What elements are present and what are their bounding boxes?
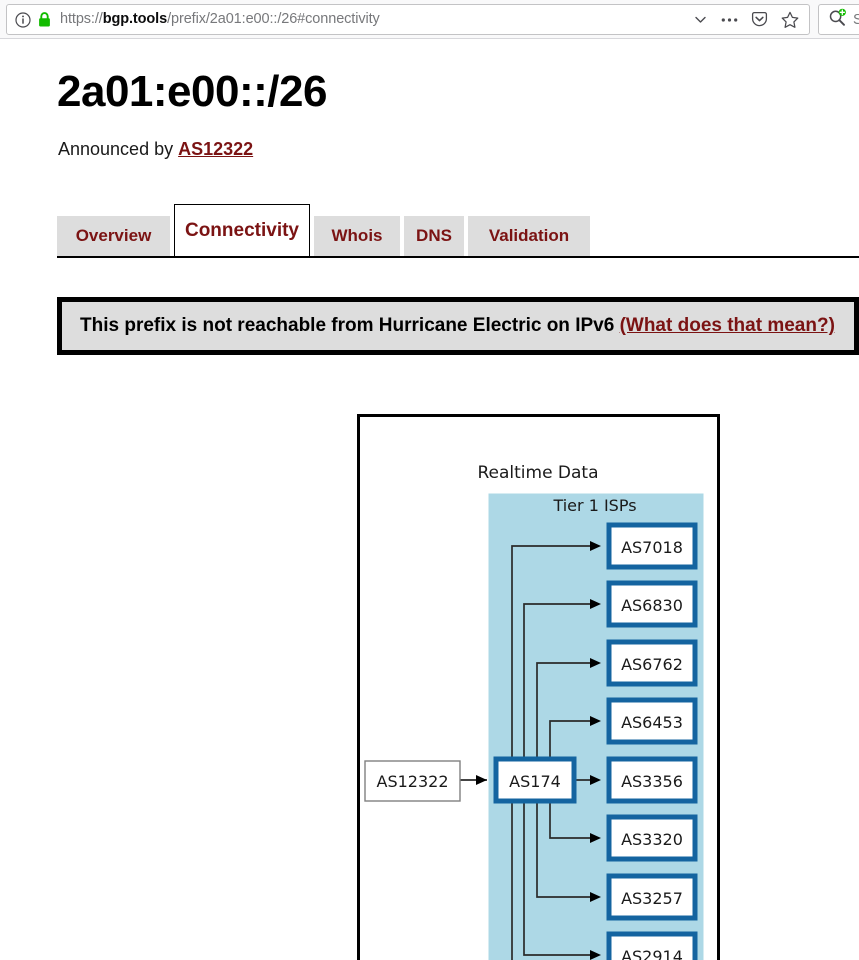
announced-by-label: Announced by [58, 139, 179, 159]
info-circle-icon[interactable] [15, 11, 31, 28]
url-scheme: https:// [60, 12, 103, 27]
node-as6830-label: AS6830 [621, 596, 683, 615]
node-as6762[interactable]: AS6762 [606, 639, 698, 687]
node-as3356-label: AS3356 [621, 772, 683, 791]
connectivity-graph: Realtime Data Tier 1 ISPs AS12322 AS174 … [357, 414, 720, 960]
page-title: 2a01:e00::/26 [57, 67, 327, 116]
url-bar[interactable]: https://bgp.tools/prefix/2a01:e00::/26#c… [6, 4, 810, 35]
node-as6453[interactable]: AS6453 [606, 697, 698, 745]
padlock-icon[interactable] [38, 12, 51, 27]
node-as7018[interactable]: AS7018 [606, 522, 698, 570]
node-as3257[interactable]: AS3257 [606, 873, 698, 921]
tab-bar: Overview Connectivity Whois DNS Validati… [57, 204, 859, 271]
tab-overview[interactable]: Overview [57, 216, 170, 256]
connectivity-graph-svg: Realtime Data Tier 1 ISPs AS12322 AS174 … [357, 414, 720, 960]
node-as2914[interactable]: AS2914 [606, 931, 698, 960]
tab-bar-underline [57, 256, 859, 258]
search-add-icon[interactable] [828, 8, 847, 32]
node-as6762-label: AS6762 [621, 655, 683, 674]
node-as3320-label: AS3320 [621, 830, 683, 849]
page-content: 2a01:e00::/26 Announced by AS12322 Overv… [0, 39, 859, 960]
realtime-data-label: Realtime Data [477, 463, 598, 483]
node-as6453-label: AS6453 [621, 713, 683, 732]
node-as7018-label: AS7018 [621, 538, 683, 557]
tier1-isps-label: Tier 1 ISPs [552, 496, 636, 515]
node-as3257-label: AS3257 [621, 889, 683, 908]
search-bar[interactable]: S [818, 4, 859, 35]
alert-message: This prefix is not reachable from Hurric… [80, 315, 620, 336]
chevron-down-icon[interactable] [693, 12, 708, 27]
node-as6830[interactable]: AS6830 [606, 580, 698, 628]
url-host: bgp.tools [102, 12, 168, 27]
node-as2914-label: AS2914 [621, 947, 683, 960]
announced-by-asn-link[interactable]: AS12322 [178, 139, 253, 159]
unreachable-alert-banner: This prefix is not reachable from Hurric… [57, 297, 859, 355]
tab-validation[interactable]: Validation [468, 216, 590, 256]
browser-toolbar: https://bgp.tools/prefix/2a01:e00::/26#c… [0, 0, 859, 39]
alert-help-link[interactable]: (What does that mean?) [620, 315, 835, 336]
announced-by-line: Announced by AS12322 [58, 139, 253, 160]
star-icon[interactable] [781, 11, 799, 29]
node-as3356[interactable]: AS3356 [606, 756, 698, 804]
alert-text: This prefix is not reachable from Hurric… [62, 315, 835, 337]
url-text[interactable]: https://bgp.tools/prefix/2a01:e00::/26#c… [60, 12, 693, 27]
node-as174[interactable]: AS174 [493, 756, 577, 804]
node-as3320[interactable]: AS3320 [606, 814, 698, 862]
search-input-text[interactable]: S [853, 12, 859, 28]
url-path: /prefix/2a01:e00::/26#connectivity [167, 12, 380, 27]
pocket-icon[interactable] [751, 11, 768, 28]
node-as12322-label: AS12322 [377, 772, 449, 791]
tab-dns[interactable]: DNS [404, 216, 464, 256]
node-as174-label: AS174 [509, 772, 561, 791]
ellipsis-icon[interactable] [721, 17, 738, 23]
tab-connectivity[interactable]: Connectivity [174, 204, 310, 256]
tab-whois[interactable]: Whois [314, 216, 400, 256]
node-as12322[interactable]: AS12322 [364, 760, 461, 802]
identity-box[interactable] [7, 11, 51, 28]
